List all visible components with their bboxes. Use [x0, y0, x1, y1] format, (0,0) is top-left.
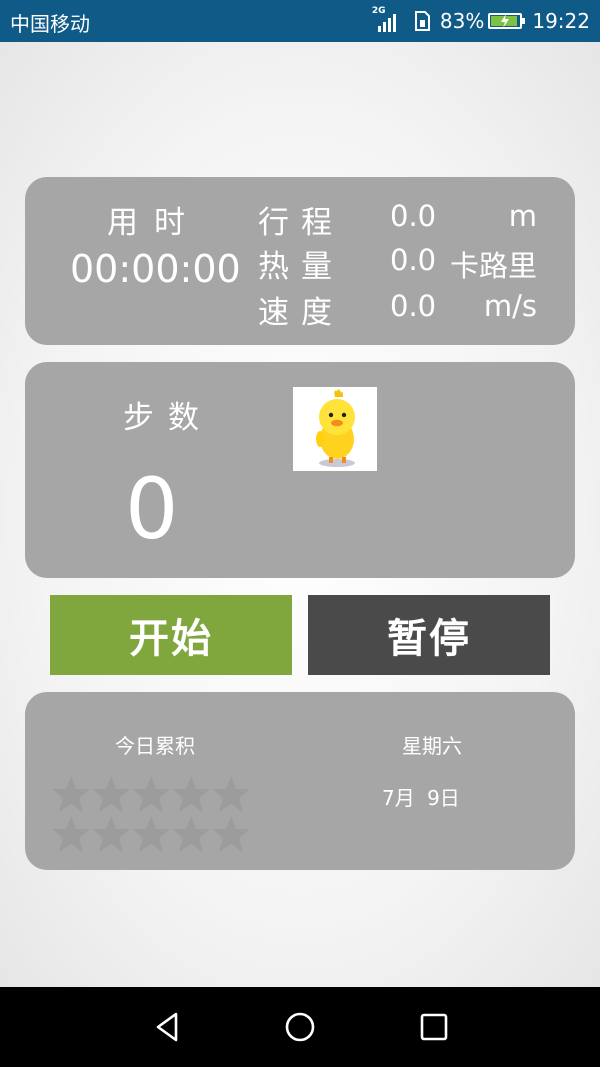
date-label: 7月 9日 [382, 786, 460, 810]
speed-unit: m/s [483, 289, 537, 323]
speed-label: 速度 [258, 295, 344, 331]
battery-icon [488, 13, 526, 29]
app-content: 用时 00:00:00 行程 0.0 m 热量 0.0 卡路里 速度 0.0 m… [0, 42, 600, 987]
weekday-label: 星期六 [402, 734, 462, 758]
summary-card: 用时 00:00:00 行程 0.0 m 热量 0.0 卡路里 速度 0.0 m… [25, 177, 575, 345]
recent-square-icon[interactable] [418, 1011, 450, 1043]
calories-label: 热量 [258, 249, 344, 285]
steps-value: 0 [125, 460, 179, 558]
steps-card: 步数 0 [25, 362, 575, 578]
calories-value: 0.0 [390, 243, 437, 277]
sim-card-icon [414, 11, 430, 31]
star-icon [172, 816, 210, 852]
star-icon [92, 776, 130, 812]
speed-value: 0.0 [390, 289, 437, 323]
star-icon [52, 776, 90, 812]
star-icon [132, 776, 170, 812]
distance-unit: m [508, 199, 537, 233]
clock: 19:22 [532, 9, 590, 33]
steps-label: 步数 [123, 400, 213, 436]
battery-percent: 83% [439, 9, 485, 33]
status-bar: 中国移动 2G 83% 19:22 [0, 0, 600, 42]
accumulated-label: 今日累积 [115, 734, 195, 758]
star-icon [212, 776, 250, 812]
star-icon [132, 816, 170, 852]
signal-icon: 2G [372, 6, 402, 34]
back-triangle-icon[interactable] [152, 1011, 184, 1043]
home-circle-icon[interactable] [284, 1011, 316, 1043]
achievement-stars [51, 774, 251, 854]
carrier-name: 中国移动 [10, 12, 90, 36]
distance-label: 行程 [258, 205, 344, 241]
navigation-bar [0, 987, 600, 1067]
calories-unit: 卡路里 [449, 249, 537, 283]
distance-value: 0.0 [390, 199, 437, 233]
duck-mascot-icon [293, 387, 377, 471]
pause-button[interactable]: 暂停 [308, 595, 550, 675]
status-icons: 2G 83% 19:22 [372, 6, 590, 34]
time-label: 用时 [107, 205, 201, 241]
star-icon [52, 816, 90, 852]
daily-card: 今日累积 星期六 7月 9日 [25, 692, 575, 870]
star-icon [212, 816, 250, 852]
time-value: 00:00:00 [70, 247, 241, 291]
star-icon [92, 816, 130, 852]
start-button[interactable]: 开始 [50, 595, 292, 675]
star-icon [172, 776, 210, 812]
